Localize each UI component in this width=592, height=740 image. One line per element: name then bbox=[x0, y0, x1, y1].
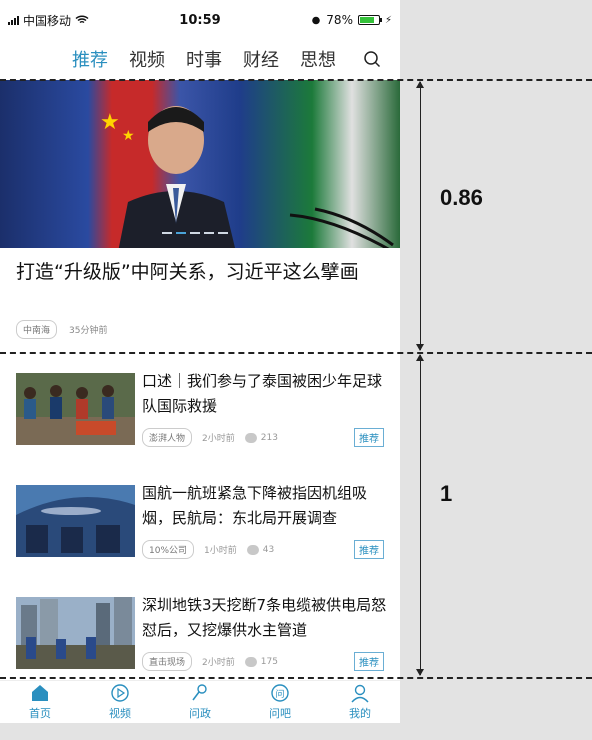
news-source-tag[interactable]: 澎湃人物 bbox=[142, 428, 193, 447]
news-headline: 国航一航班紧急下降被指因机组吸烟，民航局：东北局开展调查 bbox=[142, 484, 368, 527]
list-item[interactable]: 国航一航班紧急下降被指因机组吸烟，民航局：东北局开展调查 10%公司 1小时前 … bbox=[16, 484, 388, 561]
chat-icon: 问 bbox=[271, 684, 289, 702]
arrow-down-icon bbox=[416, 344, 424, 351]
news-thumbnail bbox=[16, 485, 135, 557]
tab-video[interactable]: 视频 bbox=[129, 46, 186, 72]
charging-icon: ⚡ bbox=[384, 14, 392, 26]
nav-ask-bar[interactable]: 问 问吧 bbox=[240, 681, 320, 723]
nav-label: 问政 bbox=[189, 707, 211, 720]
news-headline: 口述｜我们参与了泰国被困少年足球队国际救援 bbox=[142, 372, 383, 415]
play-icon bbox=[111, 684, 129, 702]
nav-label: 我的 bbox=[349, 707, 371, 720]
recommend-badge: 推荐 bbox=[354, 540, 384, 559]
comment-count: 213 bbox=[260, 432, 278, 443]
comment-count: 175 bbox=[260, 656, 278, 667]
news-thumbnail bbox=[16, 597, 135, 669]
nav-label: 问吧 bbox=[269, 707, 291, 720]
battery-icon bbox=[357, 15, 382, 25]
nav-home[interactable]: 首页 bbox=[0, 681, 80, 723]
news-time: 2小时前 bbox=[202, 658, 235, 668]
carousel-indicator bbox=[162, 232, 228, 234]
hero-time: 35分钟前 bbox=[69, 326, 108, 336]
news-meta: 直击现场 2小时前 175 推荐 bbox=[142, 652, 384, 671]
status-time: 10:59 bbox=[179, 12, 221, 28]
news-source-tag[interactable]: 直击现场 bbox=[142, 652, 193, 671]
hero-meta: 中南海 35分钟前 bbox=[16, 320, 107, 339]
guide-line-bottom bbox=[0, 677, 592, 679]
nav-label: 首页 bbox=[29, 707, 51, 720]
phone-screen: 中国移动 10:59 78% ⚡ 推荐 视频 时事 财经 思想 ★ ★ 打造“升 bbox=[0, 0, 400, 723]
home-icon bbox=[32, 685, 48, 701]
nav-ask-gov[interactable]: 问政 bbox=[160, 681, 240, 723]
arrow-up-icon bbox=[416, 81, 424, 88]
speaker-figure bbox=[118, 106, 236, 248]
arrow-down-icon bbox=[416, 669, 424, 676]
list-ratio-label: 1 bbox=[440, 481, 453, 506]
nav-label: 视频 bbox=[109, 707, 131, 720]
wifi-icon bbox=[75, 15, 89, 24]
news-thumbnail bbox=[16, 373, 135, 445]
microphone-icon bbox=[289, 207, 394, 248]
dimension-line-hero bbox=[420, 82, 421, 350]
arrow-up-icon bbox=[416, 354, 424, 361]
signal-icon bbox=[8, 15, 19, 25]
comment-icon bbox=[244, 656, 257, 667]
search-icon[interactable] bbox=[363, 50, 381, 68]
guide-line-middle bbox=[0, 352, 592, 354]
status-bar: 中国移动 10:59 78% ⚡ bbox=[0, 0, 400, 40]
recommend-badge: 推荐 bbox=[354, 652, 384, 671]
comment-count: 43 bbox=[262, 544, 275, 555]
list-item[interactable]: 深圳地铁3天挖断7条电缆被供电局怒怼后，又挖爆供水主管道 直击现场 2小时前 1… bbox=[16, 596, 388, 673]
carrier-label: 中国移动 bbox=[23, 13, 72, 28]
guide-line-top bbox=[0, 79, 592, 81]
list-item[interactable]: 口述｜我们参与了泰国被困少年足球队国际救援 澎湃人物 2小时前 213 推荐 bbox=[16, 372, 388, 449]
news-meta: 10%公司 1小时前 43 推荐 bbox=[142, 540, 384, 559]
dimension-line-list bbox=[420, 355, 421, 675]
tab-recommend[interactable]: 推荐 bbox=[72, 46, 129, 72]
tab-current-affairs[interactable]: 时事 bbox=[186, 46, 243, 72]
battery-percent: 78% bbox=[326, 13, 353, 27]
hero-ratio-label: 0.86 bbox=[440, 185, 483, 210]
tab-thought[interactable]: 思想 bbox=[300, 46, 357, 72]
user-icon bbox=[351, 684, 369, 703]
alarm-icon bbox=[312, 16, 321, 25]
nav-profile[interactable]: 我的 bbox=[320, 681, 400, 723]
tab-finance[interactable]: 财经 bbox=[243, 46, 300, 72]
hero-source-tag[interactable]: 中南海 bbox=[16, 320, 58, 339]
flag-star-icon: ★ bbox=[100, 110, 120, 135]
news-time: 1小时前 bbox=[204, 546, 237, 556]
news-meta: 澎湃人物 2小时前 213 推荐 bbox=[142, 428, 384, 447]
comment-icon bbox=[244, 432, 257, 443]
bottom-nav: 首页 视频 问政 问 问吧 我的 bbox=[0, 680, 400, 723]
microphone-icon bbox=[192, 684, 207, 701]
news-time: 2小时前 bbox=[202, 434, 235, 444]
top-tab-bar: 推荐 视频 时事 财经 思想 bbox=[0, 40, 400, 78]
svg-text:问: 问 bbox=[275, 688, 284, 700]
news-source-tag[interactable]: 10%公司 bbox=[142, 540, 195, 559]
news-headline: 深圳地铁3天挖断7条电缆被供电局怒怼后，又挖爆供水主管道 bbox=[142, 596, 387, 639]
hero-image[interactable]: ★ ★ bbox=[0, 80, 400, 248]
hero-headline[interactable]: 打造“升级版”中阿关系，习近平这么擘画 bbox=[16, 258, 388, 286]
recommend-badge: 推荐 bbox=[354, 428, 384, 447]
comment-icon bbox=[246, 544, 259, 555]
nav-video[interactable]: 视频 bbox=[80, 681, 160, 723]
